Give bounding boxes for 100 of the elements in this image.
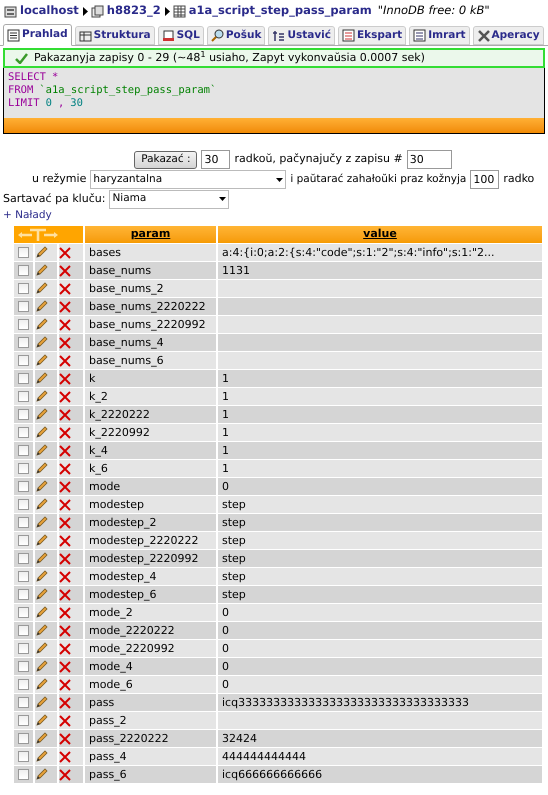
delete-icon (59, 768, 71, 780)
pencil-icon (35, 696, 48, 709)
column-header[interactable]: param (85, 226, 216, 243)
table-cell: pass (85, 694, 216, 711)
breadcrumb-link[interactable]: a1a_script_step_pass_param (188, 2, 372, 20)
table-cell: bases (85, 244, 216, 261)
checkbox[interactable] (18, 337, 29, 348)
checkbox[interactable] (18, 535, 29, 546)
pencil-icon (35, 390, 48, 403)
checkbox[interactable] (18, 661, 29, 672)
separator-arrow-icon (82, 6, 88, 16)
text-field[interactable]: 100 (470, 170, 500, 189)
table-cell: 1 (218, 424, 542, 441)
checkbox[interactable] (18, 517, 29, 528)
table-cell: pass_6 (85, 766, 216, 783)
checkbox[interactable] (18, 247, 29, 258)
checkbox[interactable] (18, 553, 29, 564)
table-cell: pass_4 (85, 748, 216, 765)
separator-arrow-icon (164, 6, 170, 16)
tab[interactable]: Aperacy (472, 26, 544, 45)
delete-icon (59, 480, 71, 492)
table-cell: mode_4 (85, 658, 216, 675)
checkbox[interactable] (18, 589, 29, 600)
delete-icon (59, 300, 71, 312)
checkbox[interactable] (18, 319, 29, 330)
checkbox[interactable] (18, 265, 29, 276)
dropdown[interactable]: haryzantalna (90, 170, 286, 189)
checkbox[interactable] (18, 445, 29, 456)
pencil-icon (35, 642, 48, 655)
tab[interactable]: SQL (158, 26, 204, 45)
sql-token: 30 (70, 97, 83, 110)
dropdown-arrow-icon (276, 178, 284, 182)
tab[interactable]: Ustavić (268, 26, 335, 45)
checkbox[interactable] (18, 607, 29, 618)
server-icon (4, 4, 17, 18)
tab[interactable]: Struktura (74, 26, 155, 45)
column-header[interactable]: value (218, 226, 542, 243)
pencil-icon (35, 282, 48, 295)
checkbox[interactable] (18, 391, 29, 402)
delete-icon (59, 246, 71, 258)
table-cell: step (218, 568, 542, 585)
table-cell: k (85, 370, 216, 387)
table-cell: pass_2 (85, 712, 216, 729)
checkbox[interactable] (18, 769, 29, 780)
pencil-icon (35, 534, 48, 547)
checkbox[interactable] (18, 283, 29, 294)
text-field[interactable]: 30 (201, 150, 230, 169)
breadcrumb-link[interactable]: h8823_2 (106, 2, 161, 20)
checkbox[interactable] (18, 751, 29, 762)
checkbox[interactable] (18, 679, 29, 690)
table-cell: modestep (85, 496, 216, 513)
table-cell: base_nums_4 (85, 334, 216, 351)
pencil-icon (35, 570, 48, 583)
show-button[interactable]: Pakazać : (134, 150, 198, 168)
checkbox[interactable] (18, 715, 29, 726)
table-cell: k_2 (85, 388, 216, 405)
table-cell: icq333333333333333333333333333333333 (218, 694, 542, 711)
delete-icon (59, 678, 71, 690)
table-cell: 0 (218, 640, 542, 657)
breadcrumb-link[interactable]: localhost (20, 2, 79, 20)
delete-icon (59, 372, 71, 384)
text-field[interactable]: 30 (406, 150, 452, 169)
checkbox[interactable] (18, 625, 29, 636)
delete-icon (59, 498, 71, 510)
delete-icon (59, 408, 71, 420)
table-cell: base_nums_2220222 (85, 298, 216, 315)
tab[interactable]: Pošuk (206, 26, 266, 45)
checkbox[interactable] (18, 697, 29, 708)
checkbox[interactable] (18, 643, 29, 654)
tab[interactable]: Ekspart (338, 26, 406, 45)
delete-icon (59, 750, 71, 762)
checkbox[interactable] (18, 499, 29, 510)
dropdown[interactable]: Niama (109, 190, 230, 208)
pencil-icon (35, 372, 48, 385)
table-cell: 0 (218, 478, 542, 495)
table-cell: k_2220992 (85, 424, 216, 441)
sql-token: 0 (46, 97, 52, 110)
tab[interactable]: Imrart (409, 26, 470, 45)
checkbox[interactable] (18, 373, 29, 384)
pencil-icon (35, 336, 48, 349)
delete-icon (59, 354, 71, 366)
pencil-icon (35, 318, 48, 331)
checkbox[interactable] (18, 301, 29, 312)
checkbox[interactable] (18, 463, 29, 474)
options-link[interactable]: + Nałady (0, 208, 52, 222)
arrows-icon (16, 228, 60, 242)
table-cell: modestep_2 (85, 514, 216, 531)
checkbox[interactable] (18, 409, 29, 420)
checkbox[interactable] (18, 481, 29, 492)
checkbox[interactable] (18, 733, 29, 744)
pencil-icon (35, 714, 48, 727)
checkbox[interactable] (18, 427, 29, 438)
tab[interactable]: Prahlad (3, 24, 72, 46)
delete-icon (59, 732, 71, 744)
delete-icon (59, 696, 71, 708)
dropdown-arrow-icon (219, 197, 226, 201)
table-cell: pass_2220222 (85, 730, 216, 747)
checkbox[interactable] (18, 355, 29, 366)
checkbox[interactable] (18, 571, 29, 582)
label: Sartavać pa kluču: (3, 190, 106, 207)
